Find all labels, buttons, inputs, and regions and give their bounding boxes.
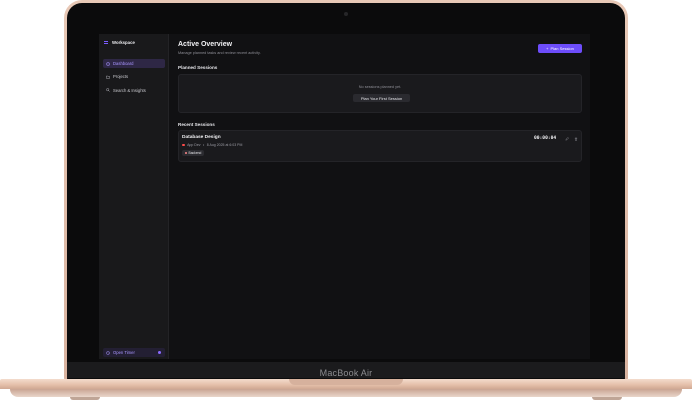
plus-icon: + — [546, 46, 549, 51]
sidebar-nav: Dashboard Projects Search & Insights — [103, 59, 165, 99]
meta-separator: • — [203, 143, 205, 147]
sidebar-item-label: Projects — [113, 74, 129, 80]
sidebar-item-label: Dashboard — [113, 61, 134, 66]
main-content: Active Overview Manage planned tasks and… — [178, 34, 583, 359]
session-app: App Dev — [187, 143, 201, 147]
page-subtitle: Manage planned tasks and review recent a… — [178, 51, 261, 55]
plan-session-label: Plan Session — [550, 46, 574, 51]
open-timer-button[interactable]: Open Timer — [103, 348, 165, 357]
session-meta: App Dev • 8 Aug 2025 at 6:03 PM — [182, 143, 242, 147]
planned-sessions-title: Planned Sessions — [178, 65, 218, 70]
planned-sessions-panel: No sessions planned yet. Plan Your First… — [178, 74, 582, 113]
empty-state-text: No sessions planned yet. — [358, 85, 402, 89]
sidebar-item-dashboard[interactable]: Dashboard — [103, 59, 165, 68]
workspace-grid-icon — [104, 40, 108, 45]
device-label: MacBook Air — [319, 368, 373, 378]
plan-session-button[interactable]: + Plan Session — [538, 44, 582, 53]
open-timer-label: Open Timer — [113, 350, 135, 355]
laptop-foot-right — [592, 397, 622, 400]
recent-sessions-title: Recent Sessions — [178, 122, 215, 127]
tag-dot — [185, 152, 187, 154]
page-title: Active Overview — [178, 41, 233, 48]
folder-icon — [106, 75, 110, 79]
session-name: Database Design — [182, 135, 221, 140]
sidebar: Workspace Dashboard Projects Search & In… — [99, 34, 169, 359]
edit-icon[interactable] — [564, 136, 569, 141]
laptop-foot-left — [70, 397, 100, 400]
session-tag: Backend — [182, 150, 205, 156]
tag-label: Backend — [188, 151, 202, 155]
hinge-notch — [289, 379, 403, 385]
sidebar-item-label: Search & Insights — [113, 87, 146, 93]
workspace-header[interactable]: Workspace — [104, 40, 135, 45]
sidebar-item-search-insights[interactable]: Search & Insights — [103, 86, 165, 95]
timer-icon — [106, 350, 110, 355]
project-color-dot — [182, 143, 185, 147]
timer-status-dot — [157, 350, 161, 354]
app-screen: Workspace Dashboard Projects Search & In… — [99, 34, 590, 359]
trash-icon[interactable] — [573, 136, 578, 141]
dashboard-icon — [106, 61, 110, 66]
session-date: 8 Aug 2025 at 6:03 PM — [206, 143, 243, 147]
session-card[interactable]: Database Design App Dev • 8 Aug 2025 at … — [178, 130, 582, 162]
sidebar-item-projects[interactable]: Projects — [103, 72, 165, 81]
plan-first-session-button[interactable]: Plan Your First Session — [353, 94, 410, 102]
workspace-label: Workspace — [112, 40, 135, 45]
session-duration: 00:00:04 — [534, 136, 557, 141]
camera-icon — [344, 12, 348, 16]
laptop-base-bottom — [10, 389, 682, 397]
search-icon — [106, 88, 110, 92]
